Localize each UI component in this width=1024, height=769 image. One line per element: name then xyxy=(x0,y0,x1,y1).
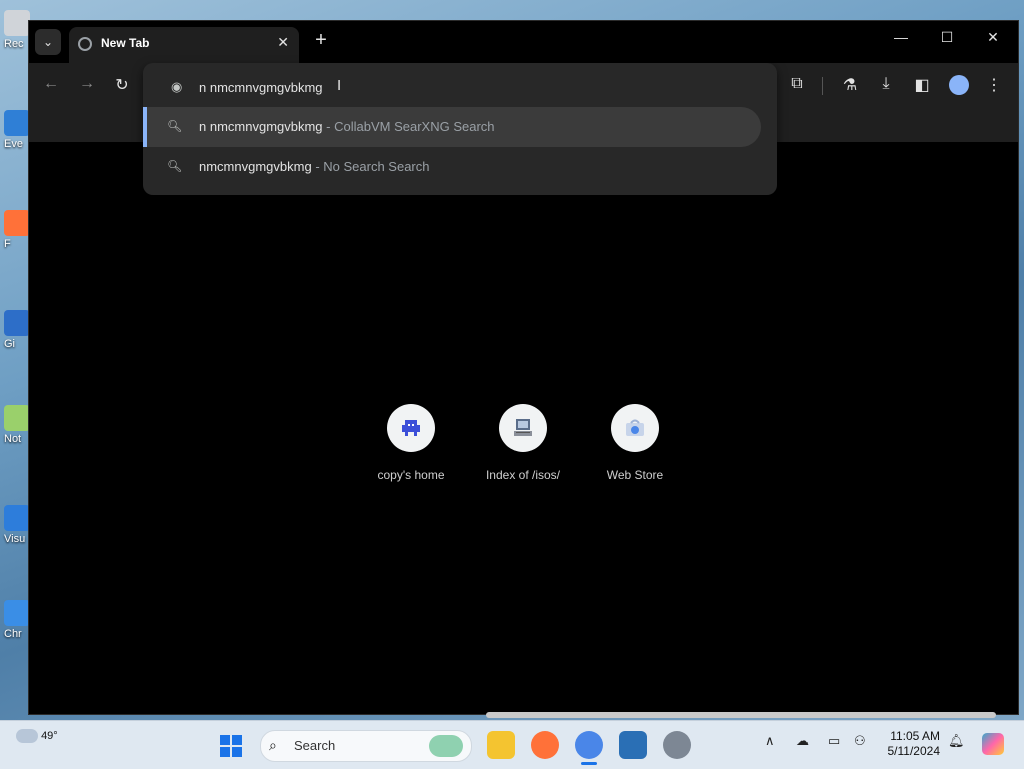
onedrive-icon[interactable]: ☁ xyxy=(796,733,809,749)
omnibox-suggestion[interactable]: 🔍︎ nmcmnvgmgvbkmg - No Search Search xyxy=(143,147,761,187)
side-panel-button[interactable]: ◧ xyxy=(911,75,933,95)
windows-logo-pane xyxy=(232,747,242,757)
web-store-icon xyxy=(626,419,644,436)
toolbar-divider xyxy=(822,77,823,95)
new-tab-page: copy's home Index of /isos/ Web Store xyxy=(29,142,1018,714)
start-button[interactable] xyxy=(220,735,242,757)
clock-time: 11:05 AM xyxy=(890,729,940,743)
settings-gear-icon[interactable] xyxy=(663,731,691,759)
notepad-icon xyxy=(4,405,30,431)
firefox-icon xyxy=(4,210,30,236)
shortcut-tile xyxy=(387,404,435,452)
minimize-button[interactable]: — xyxy=(889,29,913,45)
suggestion-query: nmcmnvgmgvbkmg xyxy=(199,159,312,174)
suggestion-separator: - xyxy=(311,159,324,174)
weather-temp: 49° xyxy=(41,729,58,742)
shortcut-tile xyxy=(499,404,547,452)
windows-logo-pane xyxy=(220,747,230,757)
firefox-icon[interactable] xyxy=(531,731,559,759)
active-app-indicator xyxy=(581,762,597,765)
clock[interactable]: 11:05 AM 5/11/2024 xyxy=(880,729,941,759)
suggestion-engine: CollabVM SearXNG Search xyxy=(334,119,495,134)
suggestion-text: nmcmnvgmgvbkmg - No Search Search xyxy=(199,159,430,174)
pixel-invader-icon xyxy=(402,420,420,436)
chrome-icon xyxy=(4,600,30,626)
display-icon[interactable]: ▭ xyxy=(828,733,840,749)
forward-button[interactable]: → xyxy=(79,75,95,93)
tab-close-button[interactable]: ✕ xyxy=(277,34,289,51)
tab-title: New Tab xyxy=(101,36,150,50)
cloud-icon xyxy=(16,729,38,743)
copilot-icon[interactable] xyxy=(982,733,1004,755)
omnibox-text[interactable]: n nmcmnvgmgvbkmg xyxy=(199,80,323,95)
tab-search-button[interactable]: ⌄ xyxy=(35,29,61,55)
clock-date: 5/11/2024 xyxy=(887,744,941,758)
tab-strip: ⌄ New Tab ✕ + — ☐ ✕ xyxy=(29,21,1018,63)
shortcut-label: Web Store xyxy=(606,468,664,482)
app-shortcut-icon xyxy=(4,110,30,136)
search-highlight-icon xyxy=(429,735,463,757)
show-hidden-icons-button[interactable]: ∧ xyxy=(765,733,775,749)
notification-bell-icon[interactable]: 🔔︎ xyxy=(948,733,965,749)
taskbar-search[interactable]: ⌕ Search xyxy=(260,730,472,762)
back-button[interactable]: ← xyxy=(43,75,59,93)
search-icon: 🔍︎ xyxy=(167,159,183,173)
shortcut-index-of-isos[interactable]: Index of /isos/ xyxy=(468,404,578,482)
close-window-button[interactable]: ✕ xyxy=(981,29,1005,46)
horizontal-scrollbar[interactable] xyxy=(486,712,996,718)
labs-button[interactable]: ⚗ xyxy=(839,75,861,95)
search-icon: ⌕ xyxy=(269,737,277,753)
windows-logo-icon xyxy=(220,735,230,745)
suggestion-separator: - xyxy=(322,119,335,134)
new-tab-button[interactable]: + xyxy=(311,29,331,52)
shortcut-tile xyxy=(611,404,659,452)
network-icon[interactable]: ⚇ xyxy=(854,733,866,749)
reload-button[interactable]: ↻ xyxy=(111,75,133,95)
extensions-button[interactable]: ⧉ xyxy=(786,75,808,93)
weather-widget[interactable]: 49° xyxy=(16,729,58,743)
shortcut-web-store[interactable]: Web Store xyxy=(580,404,690,482)
omnibox-input[interactable]: ◉ n nmcmnvgmgvbkmg I xyxy=(171,77,751,101)
chrome-icon[interactable] xyxy=(575,731,603,759)
file-explorer-icon[interactable] xyxy=(487,731,515,759)
app-shortcut-icon xyxy=(4,310,30,336)
shortcut-copys-home[interactable]: copy's home xyxy=(356,404,466,482)
text-cursor-icon: I xyxy=(337,77,342,94)
monitor-app-icon[interactable] xyxy=(619,731,647,759)
menu-button[interactable]: ⋮ xyxy=(983,75,1005,95)
computer-icon xyxy=(514,419,532,436)
chevron-down-icon: ⌄ xyxy=(42,35,54,49)
tab-new-tab[interactable]: New Tab ✕ xyxy=(69,27,299,63)
globe-icon xyxy=(78,37,92,51)
suggestion-engine: No Search Search xyxy=(323,159,430,174)
taskbar: 49° ⌕ Search ∧ ☁ ▭ ⚇ 11:05 AM 5/11/2024 … xyxy=(0,720,1024,769)
shortcut-label: copy's home xyxy=(377,468,445,482)
omnibox-suggestion[interactable]: 🔍︎ n nmcmnvgmgvbkmg - CollabVM SearXNG S… xyxy=(143,107,761,147)
maximize-button[interactable]: ☐ xyxy=(935,29,959,46)
search-placeholder: Search xyxy=(294,738,336,753)
profile-avatar-button[interactable] xyxy=(949,75,969,95)
suggestion-text: n nmcmnvgmgvbkmg - CollabVM SearXNG Sear… xyxy=(199,119,495,134)
omnibox-dropdown: ◉ n nmcmnvgmgvbkmg I 🔍︎ n nmcmnvgmgvbkmg… xyxy=(143,63,777,195)
app-shortcut-icon xyxy=(4,505,30,531)
search-icon: 🔍︎ xyxy=(167,119,183,133)
downloads-button[interactable]: ⤓ xyxy=(875,75,897,93)
recycle-bin-icon xyxy=(4,10,30,36)
shortcut-label: Index of /isos/ xyxy=(485,468,561,482)
windows-logo-pane xyxy=(232,735,242,745)
browser-window: ⌄ New Tab ✕ + — ☐ ✕ ← → ↻ ⧉ ⚗ ⤓ ◧ ⋮ copy… xyxy=(28,20,1019,715)
suggestion-query: n nmcmnvgmgvbkmg xyxy=(199,119,323,134)
site-info-icon: ◉ xyxy=(171,79,183,94)
